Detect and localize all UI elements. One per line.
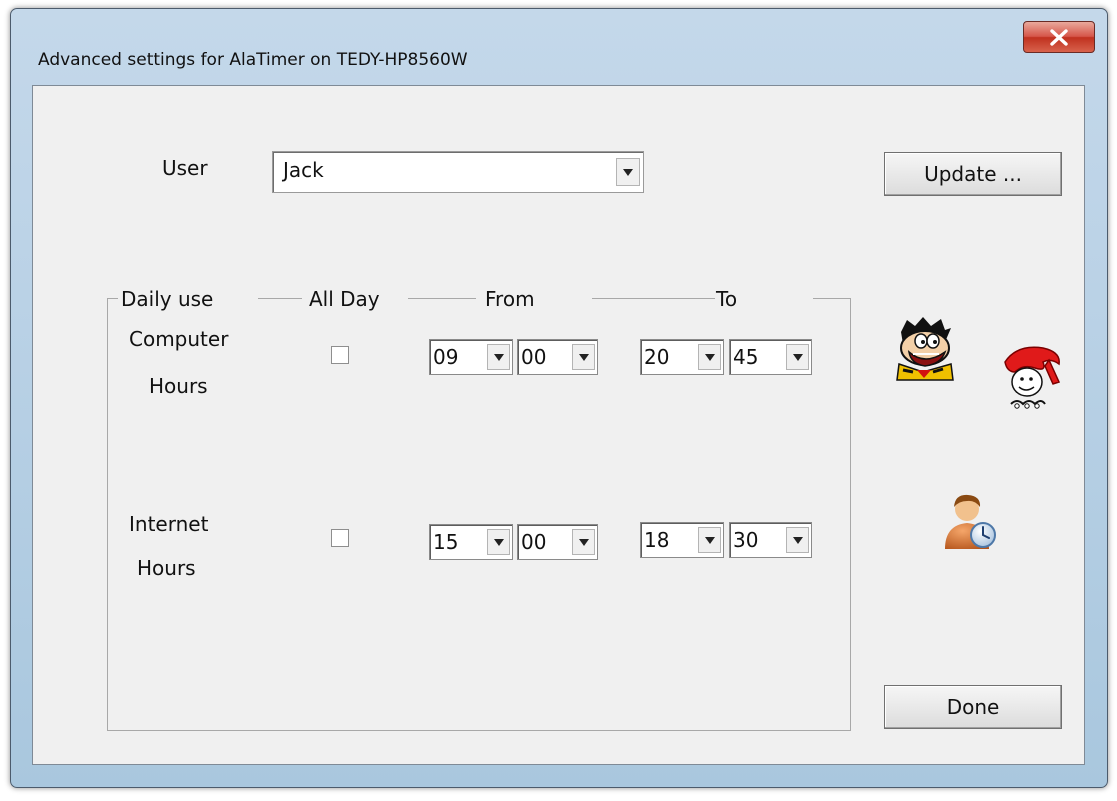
internet-to-hour-value: 18 [644,528,670,552]
dropdown-arrow-icon[interactable] [572,529,595,555]
internet-to-minute-select[interactable]: 30 [729,522,812,558]
daily-use-label: Daily use [121,287,214,311]
dropdown-arrow-icon[interactable] [698,344,721,370]
internet-from-minute-value: 00 [521,530,547,554]
dialog-window: Advanced settings for AlaTimer on TEDY-H… [10,8,1108,788]
computer-to-hour-value: 20 [644,345,670,369]
internet-to-minute-value: 30 [733,528,759,552]
dropdown-arrow-icon[interactable] [616,158,640,186]
internet-all-day-checkbox[interactable] [331,529,349,547]
computer-label-line2: Hours [149,374,208,398]
user-select-value: Jack [283,158,324,182]
window-title: Advanced settings for AlaTimer on TEDY-H… [38,50,468,70]
computer-label-line1: Computer [129,327,229,351]
internet-to-hour-select[interactable]: 18 [640,522,724,558]
title-bar[interactable]: Advanced settings for AlaTimer on TEDY-H… [11,9,1107,85]
dialog-client-area: User Jack Update ... Daily use All Day F… [32,85,1085,765]
dropdown-arrow-icon[interactable] [572,344,595,370]
from-label: From [485,287,535,311]
all-day-label: All Day [309,287,380,311]
fred-flintstone-icon [896,317,954,381]
computer-from-hour-select[interactable]: 09 [429,339,513,375]
user-clock-icon [945,494,996,549]
wilma-flintstone-icon [1004,346,1061,409]
close-icon [1050,29,1068,46]
internet-from-minute-select[interactable]: 00 [517,524,598,560]
close-button[interactable] [1023,21,1095,53]
computer-all-day-checkbox[interactable] [331,346,349,364]
dropdown-arrow-icon[interactable] [487,344,510,370]
computer-to-minute-value: 45 [733,345,759,369]
computer-to-hour-select[interactable]: 20 [640,339,724,375]
to-label: To [716,287,738,311]
internet-label-line2: Hours [137,556,196,580]
computer-from-minute-value: 00 [521,345,547,369]
internet-from-hour-select[interactable]: 15 [429,524,513,560]
update-button[interactable]: Update ... [884,152,1062,196]
dropdown-arrow-icon[interactable] [786,527,809,553]
internet-label-line1: Internet [129,512,209,536]
computer-from-hour-value: 09 [433,345,459,369]
internet-from-hour-value: 15 [433,530,459,554]
done-button[interactable]: Done [884,685,1062,729]
user-label: User [162,156,208,180]
dropdown-arrow-icon[interactable] [786,344,809,370]
computer-from-minute-select[interactable]: 00 [517,339,598,375]
dropdown-arrow-icon[interactable] [698,527,721,553]
computer-to-minute-select[interactable]: 45 [729,339,812,375]
user-select[interactable]: Jack [272,151,644,193]
dropdown-arrow-icon[interactable] [487,529,510,555]
